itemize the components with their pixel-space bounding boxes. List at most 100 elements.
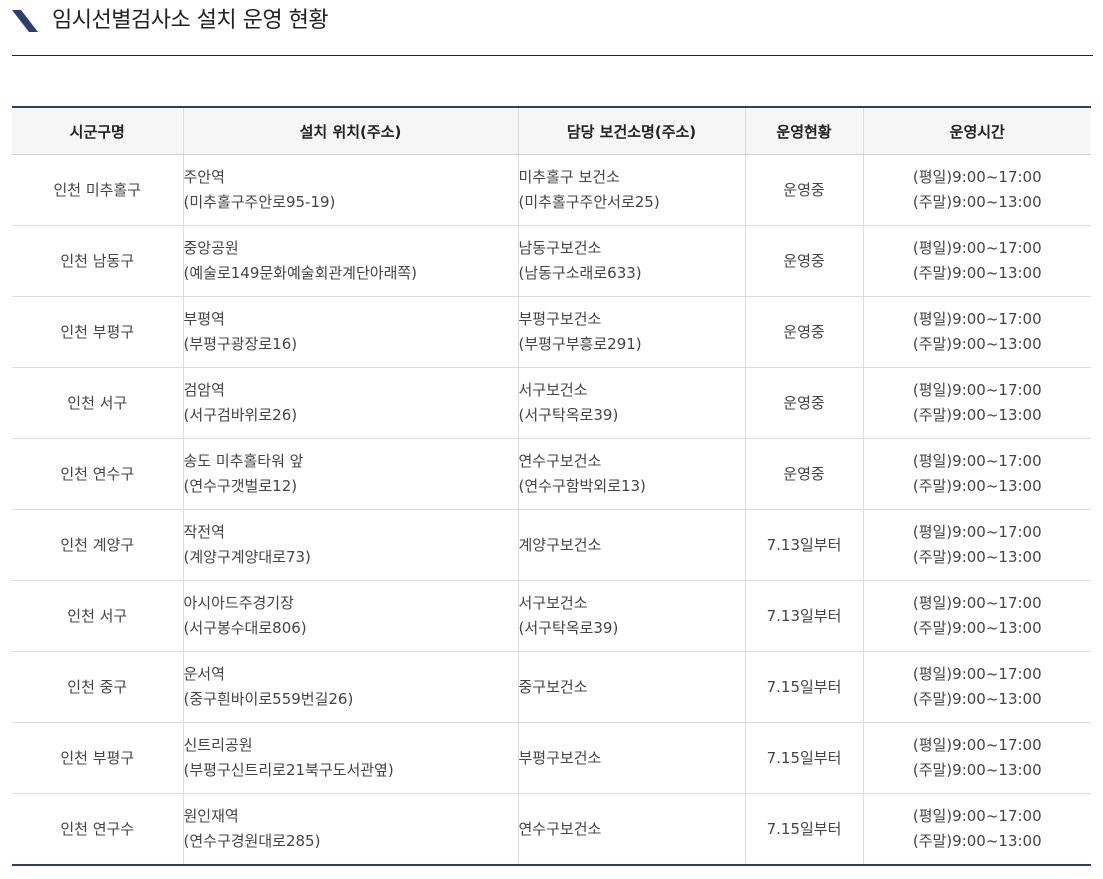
district-cell: 인천 계양구 <box>12 509 183 581</box>
location-cell: 송도 미추홀타워 앞 (연수구갯벌로12) <box>182 438 518 510</box>
hours-line: (주말)9:00~13:00 <box>912 832 1042 850</box>
location-line: (연수구갯벌로12) <box>183 477 298 495</box>
health-center-cell: 연수구보건소 (연수구함박외로13) <box>517 438 745 510</box>
location-line: 원인재역 <box>183 807 239 825</box>
health-center-line: (남동구소래로633) <box>518 264 642 282</box>
health-center-line: (연수구함박외로13) <box>518 477 646 495</box>
health-center-cell: 서구보건소 (서구탁옥로39) <box>517 580 745 652</box>
health-center-line: 중구보건소 <box>518 677 588 696</box>
location-cell: 신트리공원 (부평구신트리로21북구도서관옆) <box>182 722 518 794</box>
status-cell: 운영중 <box>744 438 863 510</box>
table-row: 인천 연수구 송도 미추홀타워 앞 (연수구갯벌로12) 연수구보건소 (연수구함박외로… <box>12 438 1091 510</box>
status-cell: 운영중 <box>744 296 863 368</box>
hours-cell: (평일)9:00~17:00 (주말)9:00~13:00 <box>862 367 1091 439</box>
status-cell: 7.13일부터 <box>744 580 863 652</box>
hours-line: (평일)9:00~17:00 <box>912 168 1042 186</box>
status-cell: 운영중 <box>744 154 863 226</box>
district-cell: 인천 서구 <box>12 367 183 439</box>
location-line: (계양구계양대로73) <box>183 548 311 566</box>
health-center-line: (부평구부흥로291) <box>518 335 642 353</box>
location-line: (부평구광장로16) <box>183 335 298 353</box>
hours-line: (주말)9:00~13:00 <box>912 761 1042 779</box>
table-row: 인천 서구 검암역 (서구검바위로26) 서구보건소 (서구탁옥로39) 운영중 (평일)9… <box>12 367 1091 439</box>
health-center-cell: 부평구보건소 (부평구부흥로291) <box>517 296 745 368</box>
hours-line: (주말)9:00~13:00 <box>912 548 1042 566</box>
health-center-line: 연수구보건소 <box>518 452 602 470</box>
status-cell: 7.15일부터 <box>744 793 863 865</box>
location-line: (미추홀구주안로95-19) <box>183 193 336 211</box>
header-location: 설치 위치(주소) <box>182 107 518 155</box>
hours-cell: (평일)9:00~17:00 (주말)9:00~13:00 <box>862 296 1091 368</box>
hours-line: (평일)9:00~17:00 <box>912 381 1042 399</box>
health-center-line: 부평구보건소 <box>518 310 602 328</box>
health-center-line: (미추홀구주안서로25) <box>518 193 660 211</box>
health-center-line: 남동구보건소 <box>518 239 602 257</box>
location-line: (서구검바위로26) <box>183 406 298 424</box>
hours-line: (주말)9:00~13:00 <box>912 335 1042 353</box>
health-center-cell: 계양구보건소 <box>517 509 745 581</box>
hours-cell: (평일)9:00~17:00 (주말)9:00~13:00 <box>862 225 1091 297</box>
title-bar: 임시선별검사소 설치 운영 현황 <box>12 0 1093 56</box>
hours-line: (평일)9:00~17:00 <box>912 452 1042 470</box>
location-line: 신트리공원 <box>183 736 253 754</box>
status-cell: 7.15일부터 <box>744 722 863 794</box>
header-district: 시군구명 <box>12 107 183 155</box>
hours-line: (평일)9:00~17:00 <box>912 736 1042 754</box>
status-cell: 7.15일부터 <box>744 651 863 723</box>
table-row: 인천 남동구 중앙공원 (예술로149문화예술회관계단아래쪽) 남동구보건소 (남동구소… <box>12 225 1091 297</box>
location-line: (부평구신트리로21북구도서관옆) <box>183 761 394 779</box>
status-cell: 7.13일부터 <box>744 509 863 581</box>
hours-line: (주말)9:00~13:00 <box>912 477 1042 495</box>
table-row: 인천 계양구 작전역 (계양구계양대로73) 계양구보건소 7.13일부터 (평일)9:0… <box>12 509 1091 581</box>
hours-line: (주말)9:00~13:00 <box>912 193 1042 211</box>
table-header-row: 시군구명 설치 위치(주소) 담당 보건소명(주소) 운영현황 운영시간 <box>12 107 1091 155</box>
hours-line: (평일)9:00~17:00 <box>912 239 1042 257</box>
location-line: (연수구경원대로285) <box>183 832 321 850</box>
location-cell: 운서역 (중구흰바이로559번길26) <box>182 651 518 723</box>
hours-cell: (평일)9:00~17:00 (주말)9:00~13:00 <box>862 509 1091 581</box>
health-center-cell: 중구보건소 <box>517 651 745 723</box>
hours-line: (평일)9:00~17:00 <box>912 594 1042 612</box>
hours-cell: (평일)9:00~17:00 (주말)9:00~13:00 <box>862 651 1091 723</box>
health-center-cell: 연수구보건소 <box>517 793 745 865</box>
hours-line: (평일)9:00~17:00 <box>912 310 1042 328</box>
location-line: 검암역 <box>183 381 225 399</box>
table-row: 인천 연구수 원인재역 (연수구경원대로285) 연수구보건소 7.15일부터 (평일)9… <box>12 793 1091 865</box>
district-cell: 인천 연구수 <box>60 819 135 838</box>
district-cell: 인천 연수구 <box>12 438 183 510</box>
location-cell: 부평역 (부평구광장로16) <box>182 296 518 368</box>
page-title: 임시선별검사소 설치 운영 현황 <box>52 8 329 33</box>
location-line: (중구흰바이로559번길26) <box>183 690 354 708</box>
health-center-cell: 남동구보건소 (남동구소래로633) <box>517 225 745 297</box>
hours-line: (주말)9:00~13:00 <box>912 264 1042 282</box>
hours-cell: (평일)9:00~17:00 (주말)9:00~13:00 <box>862 580 1091 652</box>
location-line: 부평역 <box>183 310 225 328</box>
health-center-line: 연수구보건소 <box>518 819 602 838</box>
location-cell: 원인재역 (연수구경원대로285) <box>182 793 518 865</box>
location-line: (서구봉수대로806) <box>183 619 307 637</box>
location-cell: 검암역 (서구검바위로26) <box>182 367 518 439</box>
district-cell: 인천 남동구 <box>12 225 183 297</box>
hours-cell: (평일)9:00~17:00 (주말)9:00~13:00 <box>862 438 1091 510</box>
testing-site-table: 시군구명 설치 위치(주소) 담당 보건소명(주소) 운영현황 운영시간 인천 미추홀구… <box>12 106 1091 866</box>
header-status: 운영현황 <box>744 107 863 155</box>
hours-cell: (평일)9:00~17:00 (주말)9:00~13:00 <box>862 154 1091 226</box>
health-center-cell: 미추홀구 보건소 (미추홀구주안서로25) <box>517 154 745 226</box>
table-row: 인천 서구 아시아드주경기장 (서구봉수대로806) 서구보건소 (서구탁옥로39) 7.… <box>12 580 1091 652</box>
location-cell: 주안역 (미추홀구주안로95-19) <box>182 154 518 226</box>
title-slash-icon <box>12 10 38 32</box>
district-cell: 인천 미추홀구 <box>12 154 183 226</box>
location-cell: 아시아드주경기장 (서구봉수대로806) <box>182 580 518 652</box>
hours-line: (주말)9:00~13:00 <box>912 690 1042 708</box>
location-line: 운서역 <box>183 665 225 683</box>
location-line: 주안역 <box>183 168 225 186</box>
location-line: 아시아드주경기장 <box>183 594 294 612</box>
hours-cell: (평일)9:00~17:00 (주말)9:00~13:00 <box>862 793 1091 865</box>
location-line: 중앙공원 <box>183 239 239 257</box>
health-center-cell: 부평구보건소 <box>517 722 745 794</box>
health-center-line: 서구보건소 <box>518 381 588 399</box>
table-body: 인천 미추홀구 주안역 (미추홀구주안로95-19) 미추홀구 보건소 (미추홀구주안서… <box>12 154 1091 865</box>
table-row: 인천 부평구 신트리공원 (부평구신트리로21북구도서관옆) 부평구보건소 7.15일부… <box>12 722 1091 794</box>
district-cell: 인천 서구 <box>12 580 183 652</box>
location-line: 작전역 <box>183 523 225 541</box>
